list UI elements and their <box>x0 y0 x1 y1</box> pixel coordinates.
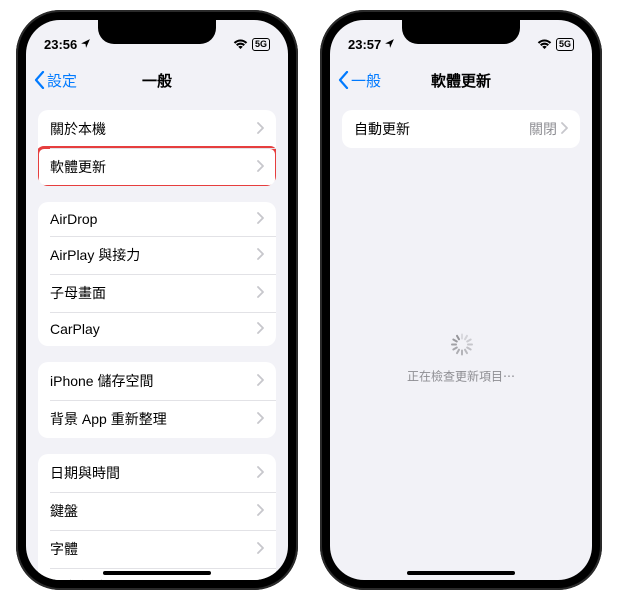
back-button[interactable]: 設定 <box>34 70 77 91</box>
row-fonts[interactable]: 字體 <box>38 530 276 568</box>
chevron-right-icon <box>257 373 264 389</box>
screen: 23:56 5G 設定 一般 關於本機 <box>26 20 288 580</box>
content-area: 關於本機 軟體更新 AirDrop AirPlay 與接力 <box>26 100 288 580</box>
row-label: 日期與時間 <box>50 463 257 483</box>
network-badge: 5G <box>556 38 574 51</box>
nav-bar: 一般 軟體更新 <box>330 60 592 100</box>
row-airplay[interactable]: AirPlay 與接力 <box>38 236 276 274</box>
loading-text: 正在檢查更新項目⋯ <box>407 368 515 385</box>
chevron-right-icon <box>257 465 264 481</box>
row-datetime[interactable]: 日期與時間 <box>38 454 276 492</box>
list-group: 日期與時間 鍵盤 字體 語言與地區 辭典 <box>38 454 276 580</box>
row-label: 語言與地區 <box>50 577 257 580</box>
chevron-right-icon <box>257 541 264 557</box>
notch <box>98 20 216 44</box>
row-bg-refresh[interactable]: 背景 App 重新整理 <box>38 400 276 438</box>
row-label: 子母畫面 <box>50 283 257 303</box>
status-time: 23:57 <box>348 37 381 52</box>
row-label: CarPlay <box>50 321 257 337</box>
network-badge: 5G <box>252 38 270 51</box>
screen: 23:57 5G 一般 軟體更新 自動更新 <box>330 20 592 580</box>
iphone-frame-left: 23:56 5G 設定 一般 關於本機 <box>16 10 298 590</box>
chevron-right-icon <box>561 121 568 137</box>
list-group: 關於本機 軟體更新 <box>38 110 276 186</box>
chevron-right-icon <box>257 411 264 427</box>
row-software-update[interactable]: 軟體更新 <box>38 148 276 186</box>
back-button[interactable]: 一般 <box>338 70 381 91</box>
row-about[interactable]: 關於本機 <box>38 110 276 148</box>
notch <box>402 20 520 44</box>
row-label: iPhone 儲存空間 <box>50 371 257 391</box>
status-time: 23:56 <box>44 37 77 52</box>
row-pip[interactable]: 子母畫面 <box>38 274 276 312</box>
row-carplay[interactable]: CarPlay <box>38 312 276 346</box>
row-keyboard[interactable]: 鍵盤 <box>38 492 276 530</box>
chevron-left-icon <box>34 71 45 89</box>
list-group: AirDrop AirPlay 與接力 子母畫面 CarPlay <box>38 202 276 346</box>
chevron-left-icon <box>338 71 349 89</box>
location-icon <box>80 37 91 52</box>
wifi-icon <box>537 39 552 50</box>
chevron-right-icon <box>257 247 264 263</box>
row-label: 軟體更新 <box>50 157 257 177</box>
row-storage[interactable]: iPhone 儲存空間 <box>38 362 276 400</box>
chevron-right-icon <box>257 159 264 175</box>
wifi-icon <box>233 39 248 50</box>
home-indicator[interactable] <box>407 571 515 575</box>
row-label: 自動更新 <box>354 119 529 139</box>
back-label: 一般 <box>351 70 381 91</box>
row-label: AirDrop <box>50 211 257 227</box>
iphone-frame-right: 23:57 5G 一般 軟體更新 自動更新 <box>320 10 602 590</box>
nav-bar: 設定 一般 <box>26 60 288 100</box>
spinner-icon <box>450 334 472 356</box>
row-auto-update[interactable]: 自動更新 關閉 <box>342 110 580 148</box>
row-label: AirPlay 與接力 <box>50 245 257 265</box>
home-indicator[interactable] <box>103 571 211 575</box>
list-group: 自動更新 關閉 <box>342 110 580 148</box>
row-label: 關於本機 <box>50 119 257 139</box>
chevron-right-icon <box>257 211 264 227</box>
location-icon <box>384 37 395 52</box>
chevron-right-icon <box>257 579 264 580</box>
chevron-right-icon <box>257 503 264 519</box>
chevron-right-icon <box>257 321 264 337</box>
row-value: 關閉 <box>529 119 557 139</box>
row-label: 鍵盤 <box>50 501 257 521</box>
row-label: 字體 <box>50 539 257 559</box>
row-label: 背景 App 重新整理 <box>50 409 257 429</box>
list-group: iPhone 儲存空間 背景 App 重新整理 <box>38 362 276 438</box>
back-label: 設定 <box>47 70 77 91</box>
row-airdrop[interactable]: AirDrop <box>38 202 276 236</box>
loading-area: 正在檢查更新項目⋯ <box>330 334 592 385</box>
chevron-right-icon <box>257 121 264 137</box>
chevron-right-icon <box>257 285 264 301</box>
content-area: 自動更新 關閉 正在檢查更新項目⋯ <box>330 100 592 580</box>
